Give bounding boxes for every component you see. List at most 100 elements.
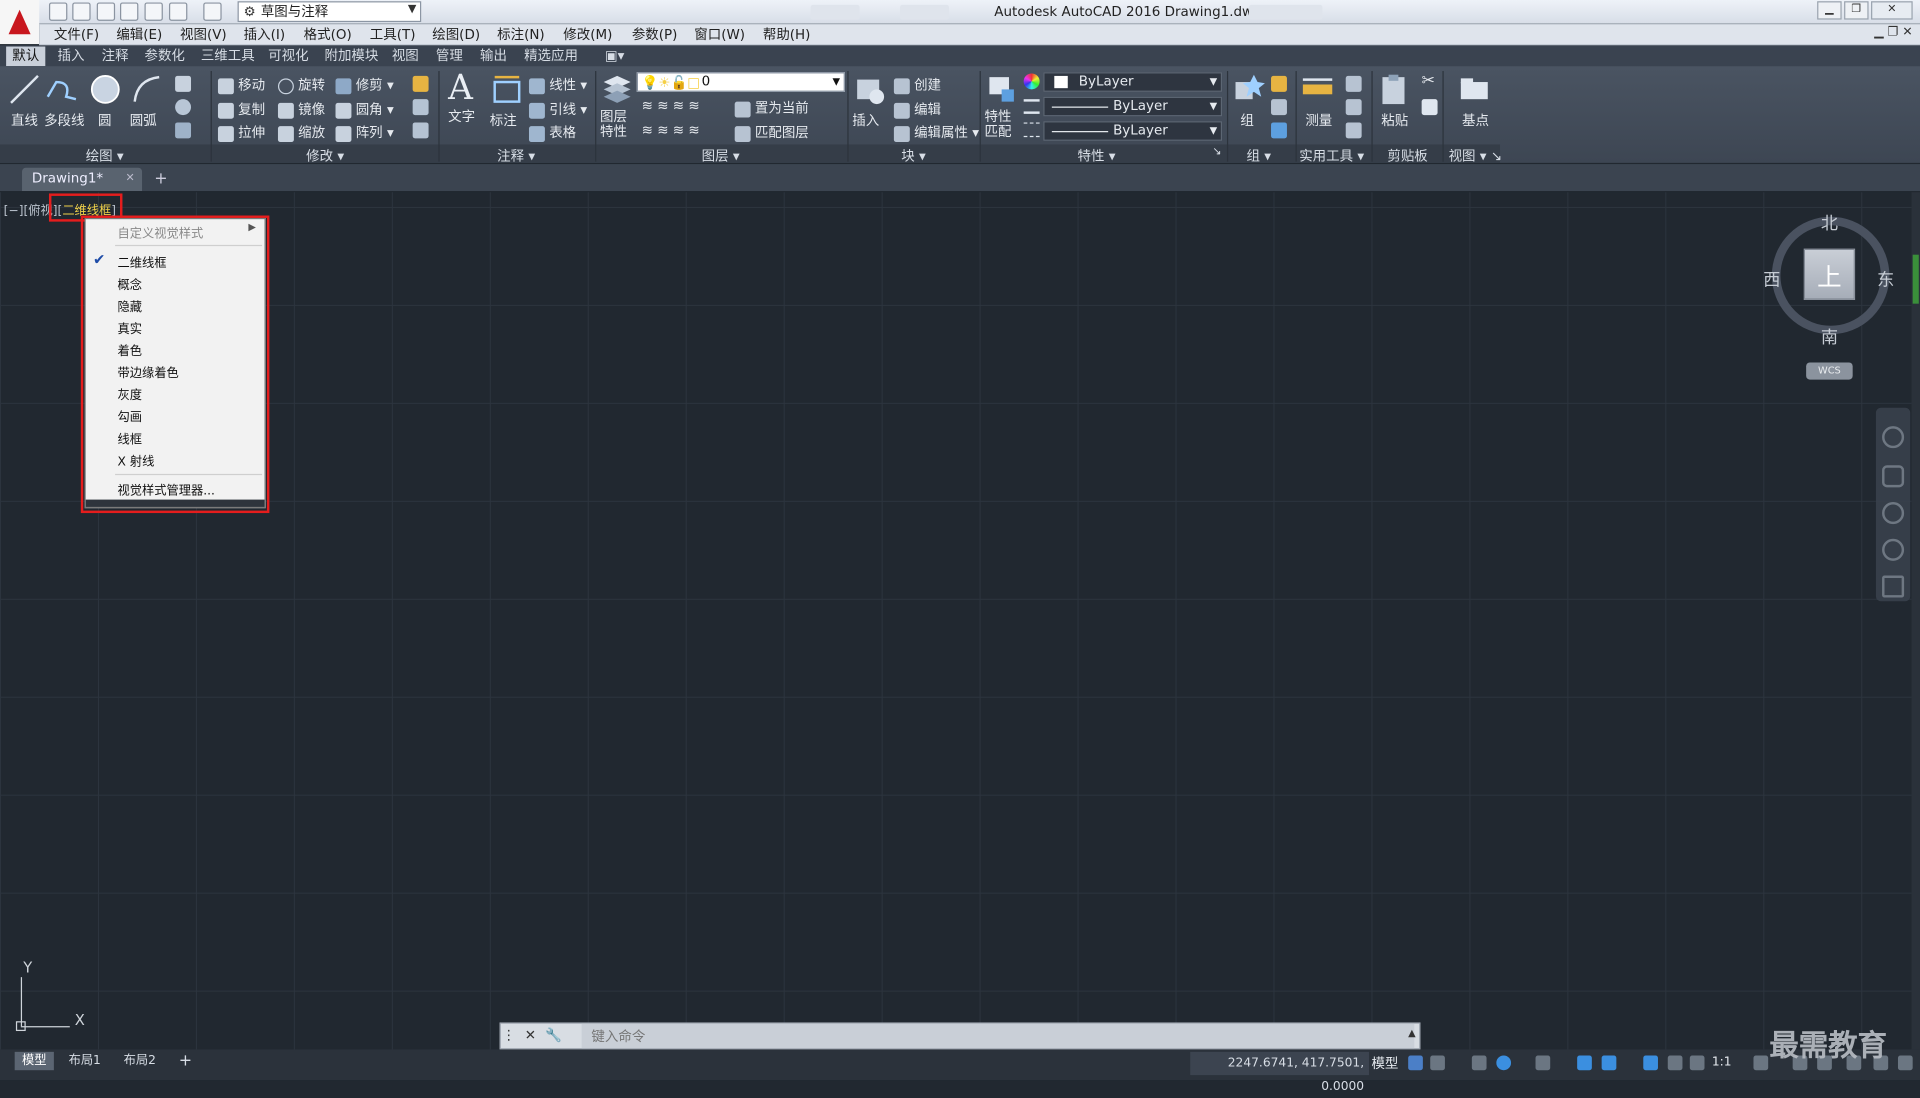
panel-title-clipboard[interactable]: 剪贴板 — [1387, 146, 1427, 166]
linear-button[interactable]: 线性 ▾ — [528, 75, 587, 95]
search-box[interactable] — [810, 4, 860, 20]
arc-button[interactable]: 圆弧 — [130, 72, 164, 130]
osnap-tracking-icon[interactable] — [1535, 1055, 1551, 1071]
copy-button[interactable]: 复制 — [217, 99, 265, 119]
steering-wheel-icon[interactable] — [1882, 426, 1905, 449]
text-button[interactable]: A 文字 — [448, 69, 475, 126]
quick-select-icon[interactable] — [1345, 75, 1362, 92]
tab-manage[interactable]: 管理 — [436, 48, 463, 64]
panel-title-annotation[interactable]: 注释 ▾ — [497, 146, 535, 166]
orbit-icon[interactable] — [1882, 538, 1905, 561]
menu-dimension[interactable]: 标注(N) — [497, 26, 545, 44]
group-select-icon[interactable] — [1271, 122, 1287, 139]
info-center[interactable] — [1248, 4, 1323, 20]
offset-icon[interactable] — [412, 122, 429, 139]
panel-title-view[interactable]: 视图 ▾ ↘ — [1449, 146, 1503, 166]
set-current-button[interactable]: 置为当前 — [734, 98, 809, 118]
panel-title-utilities[interactable]: 实用工具 ▾ — [1299, 146, 1364, 166]
lineweight-toggle-icon[interactable] — [1601, 1055, 1617, 1071]
grid-icon[interactable] — [1408, 1055, 1423, 1071]
workspace-dropdown[interactable]: ⚙ 草图与注释 ▼ — [237, 1, 422, 23]
close-tab-icon[interactable]: ✕ — [125, 168, 134, 190]
scale-button[interactable]: 缩放 — [277, 122, 325, 142]
menu-file[interactable]: 文件(F) — [54, 26, 99, 44]
command-input[interactable] — [581, 1023, 1415, 1049]
lineweight-dropdown[interactable]: ByLayer ▼ — [1043, 121, 1223, 141]
osnap-icon[interactable] — [1577, 1055, 1592, 1071]
linetype-dropdown[interactable]: ByLayer ▼ — [1043, 96, 1223, 117]
minimize-button[interactable]: ▁ — [1817, 1, 1842, 20]
zoom-icon[interactable] — [1882, 502, 1905, 525]
point-icon[interactable] — [1345, 99, 1362, 116]
menu-insert[interactable]: 插入(I) — [244, 26, 285, 44]
save-as-icon[interactable] — [120, 2, 139, 21]
menu-format[interactable]: 格式(O) — [304, 26, 352, 44]
layout-tab-2[interactable]: 布局2 — [116, 1052, 163, 1070]
wcs-menu-button[interactable]: WCS — [1806, 362, 1853, 380]
tab-addins[interactable]: 附加模块 — [324, 48, 378, 64]
coordinate-readout[interactable]: 2247.6741, 417.7501, 0.0000 — [1190, 1051, 1369, 1093]
layer-tool-row-1[interactable]: ≋ ≋ ≋ ≋ — [642, 98, 700, 114]
calculator-icon[interactable] — [1345, 122, 1362, 139]
group-edit-icon[interactable] — [1271, 99, 1287, 116]
menu-view[interactable]: 视图(V) — [180, 26, 227, 44]
search-box-2[interactable] — [900, 4, 949, 20]
group-button[interactable]: 组 — [1232, 72, 1266, 130]
copy-clip-icon[interactable] — [1421, 99, 1438, 116]
ortho-icon[interactable] — [1471, 1055, 1487, 1071]
layer-tool-row-2[interactable]: ≋ ≋ ≋ ≋ — [642, 122, 700, 138]
vertical-scrollbar[interactable] — [1911, 192, 1920, 1050]
tab-output[interactable]: 输出 — [480, 48, 507, 64]
compass-east[interactable]: 东 — [1877, 267, 1894, 291]
panel-title-block[interactable]: 块 ▾ — [901, 146, 926, 166]
polyline-button[interactable]: 多段线 — [44, 72, 84, 130]
layout-tab-1[interactable]: 布局1 — [61, 1052, 108, 1070]
workspace-switch-icon[interactable] — [1753, 1055, 1769, 1071]
edit-attribute-button[interactable]: 编辑属性 ▾ — [893, 122, 979, 142]
paste-button[interactable]: 粘贴 — [1376, 72, 1410, 130]
panel-title-properties[interactable]: 特性 ▾ — [1078, 146, 1116, 166]
camera-icon[interactable]: ▣▾ — [605, 48, 624, 64]
edit-block-button[interactable]: 编辑 — [893, 99, 941, 119]
compass-west[interactable]: 西 — [1763, 267, 1780, 291]
drawing-tab[interactable]: Drawing1* ✕ — [22, 167, 143, 192]
match-properties-button[interactable]: 特性 匹配 — [984, 72, 1018, 139]
leader-button[interactable]: 引线 ▾ — [528, 99, 587, 119]
color-wheel-icon[interactable] — [1023, 73, 1040, 90]
menu-edit[interactable]: 编辑(E) — [116, 26, 162, 44]
tab-3d-tools[interactable]: 三维工具 — [201, 48, 255, 64]
color-dropdown[interactable]: ByLayer ▼ — [1043, 72, 1223, 92]
tab-insert[interactable]: 插入 — [58, 48, 85, 64]
drawing-canvas[interactable] — [0, 192, 1912, 1050]
menu-tools[interactable]: 工具(T) — [370, 26, 416, 44]
explode-icon[interactable] — [412, 99, 429, 116]
auto-scale-icon[interactable] — [1667, 1055, 1683, 1071]
fillet-button[interactable]: 圆角 ▾ — [335, 99, 394, 119]
grip-icon[interactable]: ⋮ — [502, 1027, 515, 1043]
annotation-visibility-icon[interactable] — [1643, 1055, 1658, 1071]
array-button[interactable]: 阵列 ▾ — [335, 122, 394, 142]
circle-button[interactable]: 圆 — [88, 72, 122, 130]
showmotion-icon[interactable] — [1882, 575, 1905, 598]
dimension-button[interactable]: 标注 — [490, 72, 524, 130]
tab-annotate[interactable]: 注释 — [102, 48, 129, 64]
redo-icon[interactable] — [203, 2, 222, 21]
panel-launcher-icon[interactable]: ↘ — [1212, 146, 1221, 158]
pan-hand-icon[interactable] — [1882, 465, 1905, 488]
new-tab-button[interactable]: + — [154, 170, 167, 188]
polar-icon[interactable] — [1496, 1055, 1512, 1071]
panel-title-modify[interactable]: 修改 ▾ — [306, 146, 344, 166]
new-layout-button[interactable]: + — [171, 1052, 199, 1070]
erase-icon[interactable] — [412, 75, 429, 92]
compass-north[interactable]: 北 — [1821, 211, 1838, 235]
panel-title-draw[interactable]: 绘图 ▾ — [86, 146, 124, 166]
close-button[interactable]: ✕ — [1871, 1, 1913, 20]
lineweight-icon[interactable] — [1023, 122, 1040, 138]
trim-button[interactable]: 修剪 ▾ — [335, 75, 394, 95]
tab-parametric[interactable]: 参数化 — [144, 48, 184, 64]
tab-visualize[interactable]: 可视化 — [268, 48, 308, 64]
linetype-icon[interactable] — [1023, 99, 1040, 114]
wrench-icon[interactable]: 🔧 — [545, 1027, 562, 1043]
mirror-button[interactable]: 镜像 — [277, 99, 325, 119]
save-icon[interactable] — [96, 2, 116, 21]
